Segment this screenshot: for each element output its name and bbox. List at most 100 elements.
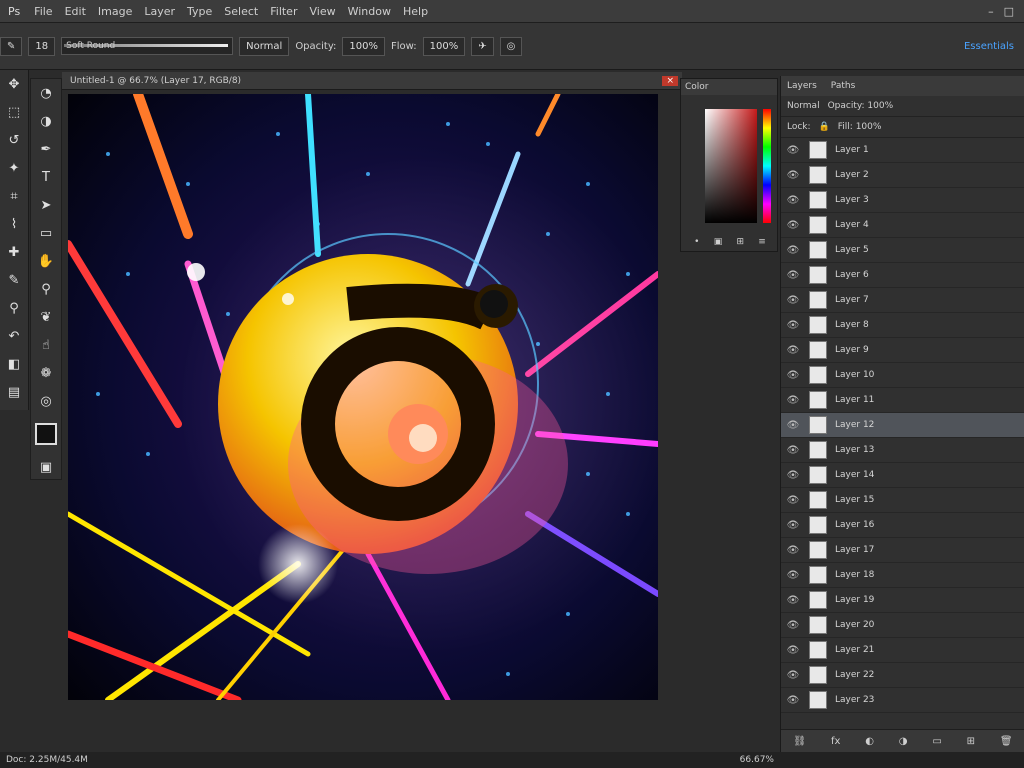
layer-row[interactable]: 👁 Layer 3 bbox=[781, 188, 1024, 213]
layer-row[interactable]: 👁 Layer 12 bbox=[781, 413, 1024, 438]
layer-row[interactable]: 👁 Layer 10 bbox=[781, 363, 1024, 388]
layer-opacity[interactable]: Opacity: 100% bbox=[828, 101, 894, 111]
swatch-icon[interactable]: • bbox=[694, 237, 699, 247]
flow-value[interactable]: 100% bbox=[422, 36, 466, 56]
lasso-tool-icon[interactable]: ↺ bbox=[0, 126, 28, 154]
new-layer-icon[interactable]: ⊞ bbox=[967, 736, 975, 747]
layer-row[interactable]: 👁 Layer 23 bbox=[781, 688, 1024, 713]
blur-tool-icon[interactable]: ◔ bbox=[31, 79, 61, 107]
layer-row[interactable]: 👁 Layer 22 bbox=[781, 663, 1024, 688]
marquee-tool-icon[interactable]: ⬚ bbox=[0, 98, 28, 126]
visibility-eye-icon[interactable]: 👁 bbox=[781, 495, 805, 506]
smudge-tool-icon[interactable]: ☝ bbox=[31, 331, 61, 359]
layer-row[interactable]: 👁 Layer 16 bbox=[781, 513, 1024, 538]
layer-row[interactable]: 👁 Layer 5 bbox=[781, 238, 1024, 263]
layer-row[interactable]: 👁 Layer 20 bbox=[781, 613, 1024, 638]
visibility-eye-icon[interactable]: 👁 bbox=[781, 670, 805, 681]
brush-preset-slider[interactable]: Soft Round bbox=[61, 37, 234, 55]
visibility-eye-icon[interactable]: 👁 bbox=[781, 145, 805, 156]
history-brush-icon[interactable]: ↶ bbox=[0, 322, 28, 350]
menu-type[interactable]: Type bbox=[181, 5, 218, 18]
visibility-eye-icon[interactable]: 👁 bbox=[781, 470, 805, 481]
gradient-tool-icon[interactable]: ▤ bbox=[0, 378, 28, 406]
brush-tool-icon[interactable]: ✎ bbox=[0, 266, 28, 294]
visibility-eye-icon[interactable]: 👁 bbox=[781, 545, 805, 556]
eraser-tool-icon[interactable]: ◧ bbox=[0, 350, 28, 378]
text-tool-icon[interactable]: T bbox=[31, 163, 61, 191]
zoom-level[interactable]: 66.67% bbox=[740, 755, 774, 765]
menu-filter[interactable]: Filter bbox=[264, 5, 303, 18]
visibility-eye-icon[interactable]: 👁 bbox=[781, 295, 805, 306]
visibility-eye-icon[interactable]: 👁 bbox=[781, 645, 805, 656]
brush-tool-icon[interactable]: ✎ bbox=[0, 36, 23, 56]
adjustment-icon[interactable]: ◑ bbox=[899, 736, 908, 747]
eyedropper-tool-icon[interactable]: ⌇ bbox=[0, 210, 28, 238]
blend-mode-select[interactable]: Normal bbox=[787, 101, 820, 111]
visibility-eye-icon[interactable]: 👁 bbox=[781, 320, 805, 331]
menu-help[interactable]: Help bbox=[397, 5, 434, 18]
layer-row[interactable]: 👁 Layer 6 bbox=[781, 263, 1024, 288]
feather-tool-icon[interactable]: ❦ bbox=[31, 303, 61, 331]
visibility-eye-icon[interactable]: 👁 bbox=[781, 595, 805, 606]
menu-select[interactable]: Select bbox=[218, 5, 264, 18]
screen-mode-icon[interactable]: ▣ bbox=[31, 453, 61, 481]
layer-row[interactable]: 👁 Layer 2 bbox=[781, 163, 1024, 188]
mask-icon[interactable]: ◐ bbox=[865, 736, 874, 747]
visibility-eye-icon[interactable]: 👁 bbox=[781, 395, 805, 406]
visibility-eye-icon[interactable]: 👁 bbox=[781, 345, 805, 356]
menu-icon[interactable]: ≡ bbox=[758, 237, 766, 247]
layer-row[interactable]: 👁 Layer 1 bbox=[781, 138, 1024, 163]
layer-row[interactable]: 👁 Layer 9 bbox=[781, 338, 1024, 363]
mode-select[interactable]: Normal bbox=[239, 36, 290, 56]
visibility-eye-icon[interactable]: 👁 bbox=[781, 520, 805, 531]
menu-window[interactable]: Window bbox=[342, 5, 397, 18]
fx-icon[interactable]: fx bbox=[831, 736, 840, 747]
hand-tool-icon[interactable]: ✋ bbox=[31, 247, 61, 275]
airbrush-icon[interactable]: ✈ bbox=[471, 36, 494, 56]
color-picker-field[interactable] bbox=[705, 109, 757, 223]
menu-layer[interactable]: Layer bbox=[138, 5, 181, 18]
trash-icon[interactable]: 🗑 bbox=[1000, 736, 1013, 747]
visibility-eye-icon[interactable]: 👁 bbox=[781, 245, 805, 256]
pressure-icon[interactable]: ◎ bbox=[499, 36, 523, 56]
visibility-eye-icon[interactable]: 👁 bbox=[781, 370, 805, 381]
visibility-eye-icon[interactable]: 👁 bbox=[781, 220, 805, 231]
layer-row[interactable]: 👁 Layer 4 bbox=[781, 213, 1024, 238]
layer-row[interactable]: 👁 Layer 8 bbox=[781, 313, 1024, 338]
visibility-eye-icon[interactable]: 👁 bbox=[781, 695, 805, 706]
menu-edit[interactable]: Edit bbox=[59, 5, 92, 18]
lock-icon[interactable]: 🔒 bbox=[819, 122, 830, 132]
move-tool-icon[interactable]: ✥ bbox=[0, 70, 28, 98]
foreground-color-swatch[interactable] bbox=[35, 423, 57, 445]
pen-tool-icon[interactable]: ✒ bbox=[31, 135, 61, 163]
menu-file[interactable]: File bbox=[28, 5, 58, 18]
workspace-switcher[interactable]: Essentials bbox=[964, 41, 1024, 52]
crop-tool-icon[interactable]: ⌗ bbox=[0, 182, 28, 210]
layer-row[interactable]: 👁 Layer 21 bbox=[781, 638, 1024, 663]
link-icon[interactable]: ⛓ bbox=[793, 736, 806, 747]
document-tab[interactable]: Untitled-1 @ 66.7% (Layer 17, RGB/8) × bbox=[62, 72, 682, 90]
stamp-tool-icon[interactable]: ⚲ bbox=[0, 294, 28, 322]
path-select-icon[interactable]: ➤ bbox=[31, 191, 61, 219]
layer-row[interactable]: 👁 Layer 19 bbox=[781, 588, 1024, 613]
maximize-icon[interactable]: □ bbox=[1004, 5, 1014, 18]
layer-row[interactable]: 👁 Layer 11 bbox=[781, 388, 1024, 413]
hue-slider[interactable] bbox=[763, 109, 771, 223]
visibility-eye-icon[interactable]: 👁 bbox=[781, 445, 805, 456]
tab-layers[interactable]: Layers bbox=[787, 81, 817, 91]
layer-row[interactable]: 👁 Layer 13 bbox=[781, 438, 1024, 463]
opacity-value[interactable]: 100% bbox=[342, 36, 386, 56]
layer-row[interactable]: 👁 Layer 7 bbox=[781, 288, 1024, 313]
sponge-tool-icon[interactable]: ❁ bbox=[31, 359, 61, 387]
shape-tool-icon[interactable]: ▭ bbox=[31, 219, 61, 247]
wand-tool-icon[interactable]: ✦ bbox=[0, 154, 28, 182]
dodge-tool-icon[interactable]: ◑ bbox=[31, 107, 61, 135]
artwork-canvas[interactable] bbox=[68, 94, 658, 700]
minimize-icon[interactable]: – bbox=[988, 5, 994, 18]
menu-image[interactable]: Image bbox=[92, 5, 138, 18]
visibility-eye-icon[interactable]: 👁 bbox=[781, 570, 805, 581]
menu-view[interactable]: View bbox=[303, 5, 341, 18]
visibility-eye-icon[interactable]: 👁 bbox=[781, 195, 805, 206]
heal-tool-icon[interactable]: ✚ bbox=[0, 238, 28, 266]
layer-row[interactable]: 👁 Layer 15 bbox=[781, 488, 1024, 513]
